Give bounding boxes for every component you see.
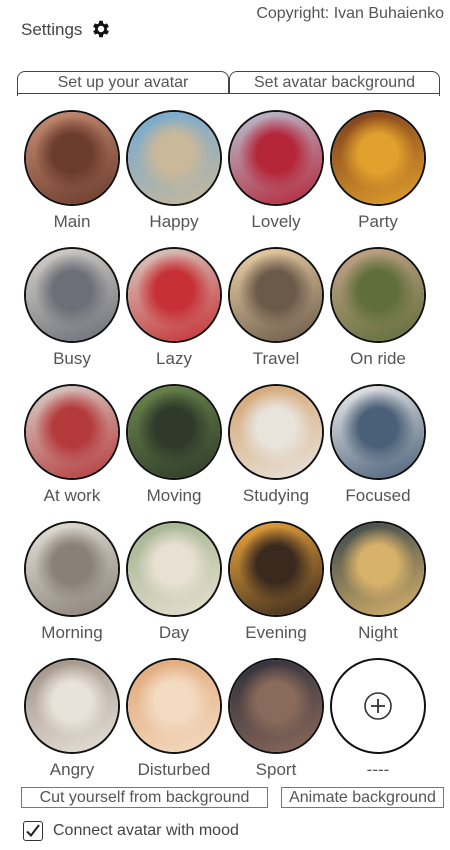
avatar-item-lovely[interactable]: Lovely bbox=[226, 110, 326, 232]
avatar-item-morning[interactable]: Morning bbox=[22, 521, 122, 643]
connect-mood-label: Connect avatar with mood bbox=[53, 822, 239, 839]
avatar-label: Main bbox=[53, 212, 91, 231]
avatar-label: Lovely bbox=[251, 212, 301, 231]
avatar-photo[interactable] bbox=[228, 521, 324, 617]
avatar-image bbox=[26, 386, 118, 478]
avatar-item-happy[interactable]: Happy bbox=[124, 110, 224, 232]
avatar-image bbox=[332, 112, 424, 204]
avatar-photo[interactable] bbox=[24, 247, 120, 343]
avatar-item-party[interactable]: Party bbox=[328, 110, 428, 232]
avatar-photo[interactable] bbox=[228, 247, 324, 343]
avatar-label: Disturbed bbox=[137, 760, 211, 779]
avatar-item-evening[interactable]: Evening bbox=[226, 521, 326, 643]
avatar-image bbox=[26, 660, 118, 752]
avatar-grid: Main Happy Lovely Party Busy Lazy Travel On rid… bbox=[0, 0, 450, 850]
avatar-image bbox=[332, 249, 424, 341]
avatar-image bbox=[128, 660, 220, 752]
avatar-image bbox=[128, 112, 220, 204]
avatar-image bbox=[332, 386, 424, 478]
avatar-item-busy[interactable]: Busy bbox=[22, 247, 122, 369]
avatar-image bbox=[26, 249, 118, 341]
avatar-photo[interactable] bbox=[24, 658, 120, 754]
avatar-image bbox=[230, 523, 322, 615]
avatar-item-focused[interactable]: Focused bbox=[328, 384, 428, 506]
avatar-image bbox=[128, 249, 220, 341]
avatar-label: Focused bbox=[345, 486, 411, 505]
avatar-item-travel[interactable]: Travel bbox=[226, 247, 326, 369]
avatar-label: Morning bbox=[41, 623, 103, 642]
avatar-label: Party bbox=[358, 212, 398, 231]
cut-background-button[interactable]: Cut yourself from background bbox=[21, 787, 268, 808]
avatar-photo[interactable] bbox=[126, 658, 222, 754]
avatar-photo[interactable] bbox=[330, 110, 426, 206]
avatar-photo[interactable] bbox=[228, 658, 324, 754]
avatar-photo[interactable] bbox=[126, 521, 222, 617]
avatar-photo[interactable] bbox=[330, 247, 426, 343]
add-avatar-item[interactable]: ---- bbox=[328, 658, 428, 780]
add-avatar-circle[interactable] bbox=[330, 658, 426, 754]
avatar-image bbox=[26, 112, 118, 204]
avatar-item-angry[interactable]: Angry bbox=[22, 658, 122, 780]
avatar-label: At work bbox=[43, 486, 101, 505]
avatar-photo[interactable] bbox=[24, 384, 120, 480]
avatar-item-on-ride[interactable]: On ride bbox=[328, 247, 428, 369]
avatar-label: Studying bbox=[242, 486, 310, 505]
checkmark-icon bbox=[26, 824, 40, 838]
avatar-label: Angry bbox=[49, 760, 95, 779]
avatar-photo[interactable] bbox=[126, 384, 222, 480]
avatar-photo[interactable] bbox=[228, 110, 324, 206]
avatar-label: Happy bbox=[149, 212, 199, 231]
avatar-label: Travel bbox=[252, 349, 300, 368]
avatar-image bbox=[230, 249, 322, 341]
avatar-item-lazy[interactable]: Lazy bbox=[124, 247, 224, 369]
avatar-label: Evening bbox=[245, 623, 307, 642]
avatar-image bbox=[230, 112, 322, 204]
avatar-label: Sport bbox=[255, 760, 297, 779]
plus-circle-icon bbox=[364, 692, 392, 720]
avatar-photo[interactable] bbox=[24, 110, 120, 206]
connect-mood-checkbox[interactable] bbox=[23, 821, 43, 841]
avatar-photo[interactable] bbox=[330, 521, 426, 617]
animate-background-button[interactable]: Animate background bbox=[281, 787, 444, 808]
avatar-image bbox=[332, 523, 424, 615]
avatar-label: Lazy bbox=[156, 349, 192, 368]
avatar-item-night[interactable]: Night bbox=[328, 521, 428, 643]
avatar-image bbox=[230, 660, 322, 752]
avatar-item-disturbed[interactable]: Disturbed bbox=[124, 658, 224, 780]
avatar-label: Day bbox=[158, 623, 190, 642]
avatar-image bbox=[230, 386, 322, 478]
avatar-photo[interactable] bbox=[228, 384, 324, 480]
avatar-label: Night bbox=[358, 623, 398, 642]
avatar-photo[interactable] bbox=[126, 247, 222, 343]
avatar-item-main[interactable]: Main bbox=[22, 110, 122, 232]
avatar-image bbox=[128, 523, 220, 615]
avatar-photo[interactable] bbox=[24, 521, 120, 617]
avatar-image bbox=[26, 523, 118, 615]
avatar-item-moving[interactable]: Moving bbox=[124, 384, 224, 506]
avatar-item-at-work[interactable]: At work bbox=[22, 384, 122, 506]
avatar-image bbox=[128, 386, 220, 478]
avatar-label: On ride bbox=[350, 349, 406, 368]
avatar-label: Busy bbox=[53, 349, 91, 368]
avatar-label: Moving bbox=[146, 486, 202, 505]
avatar-item-studying[interactable]: Studying bbox=[226, 384, 326, 506]
avatar-label: ---- bbox=[366, 760, 390, 779]
avatar-item-sport[interactable]: Sport bbox=[226, 658, 326, 780]
avatar-photo[interactable] bbox=[126, 110, 222, 206]
avatar-item-day[interactable]: Day bbox=[124, 521, 224, 643]
avatar-photo[interactable] bbox=[330, 384, 426, 480]
